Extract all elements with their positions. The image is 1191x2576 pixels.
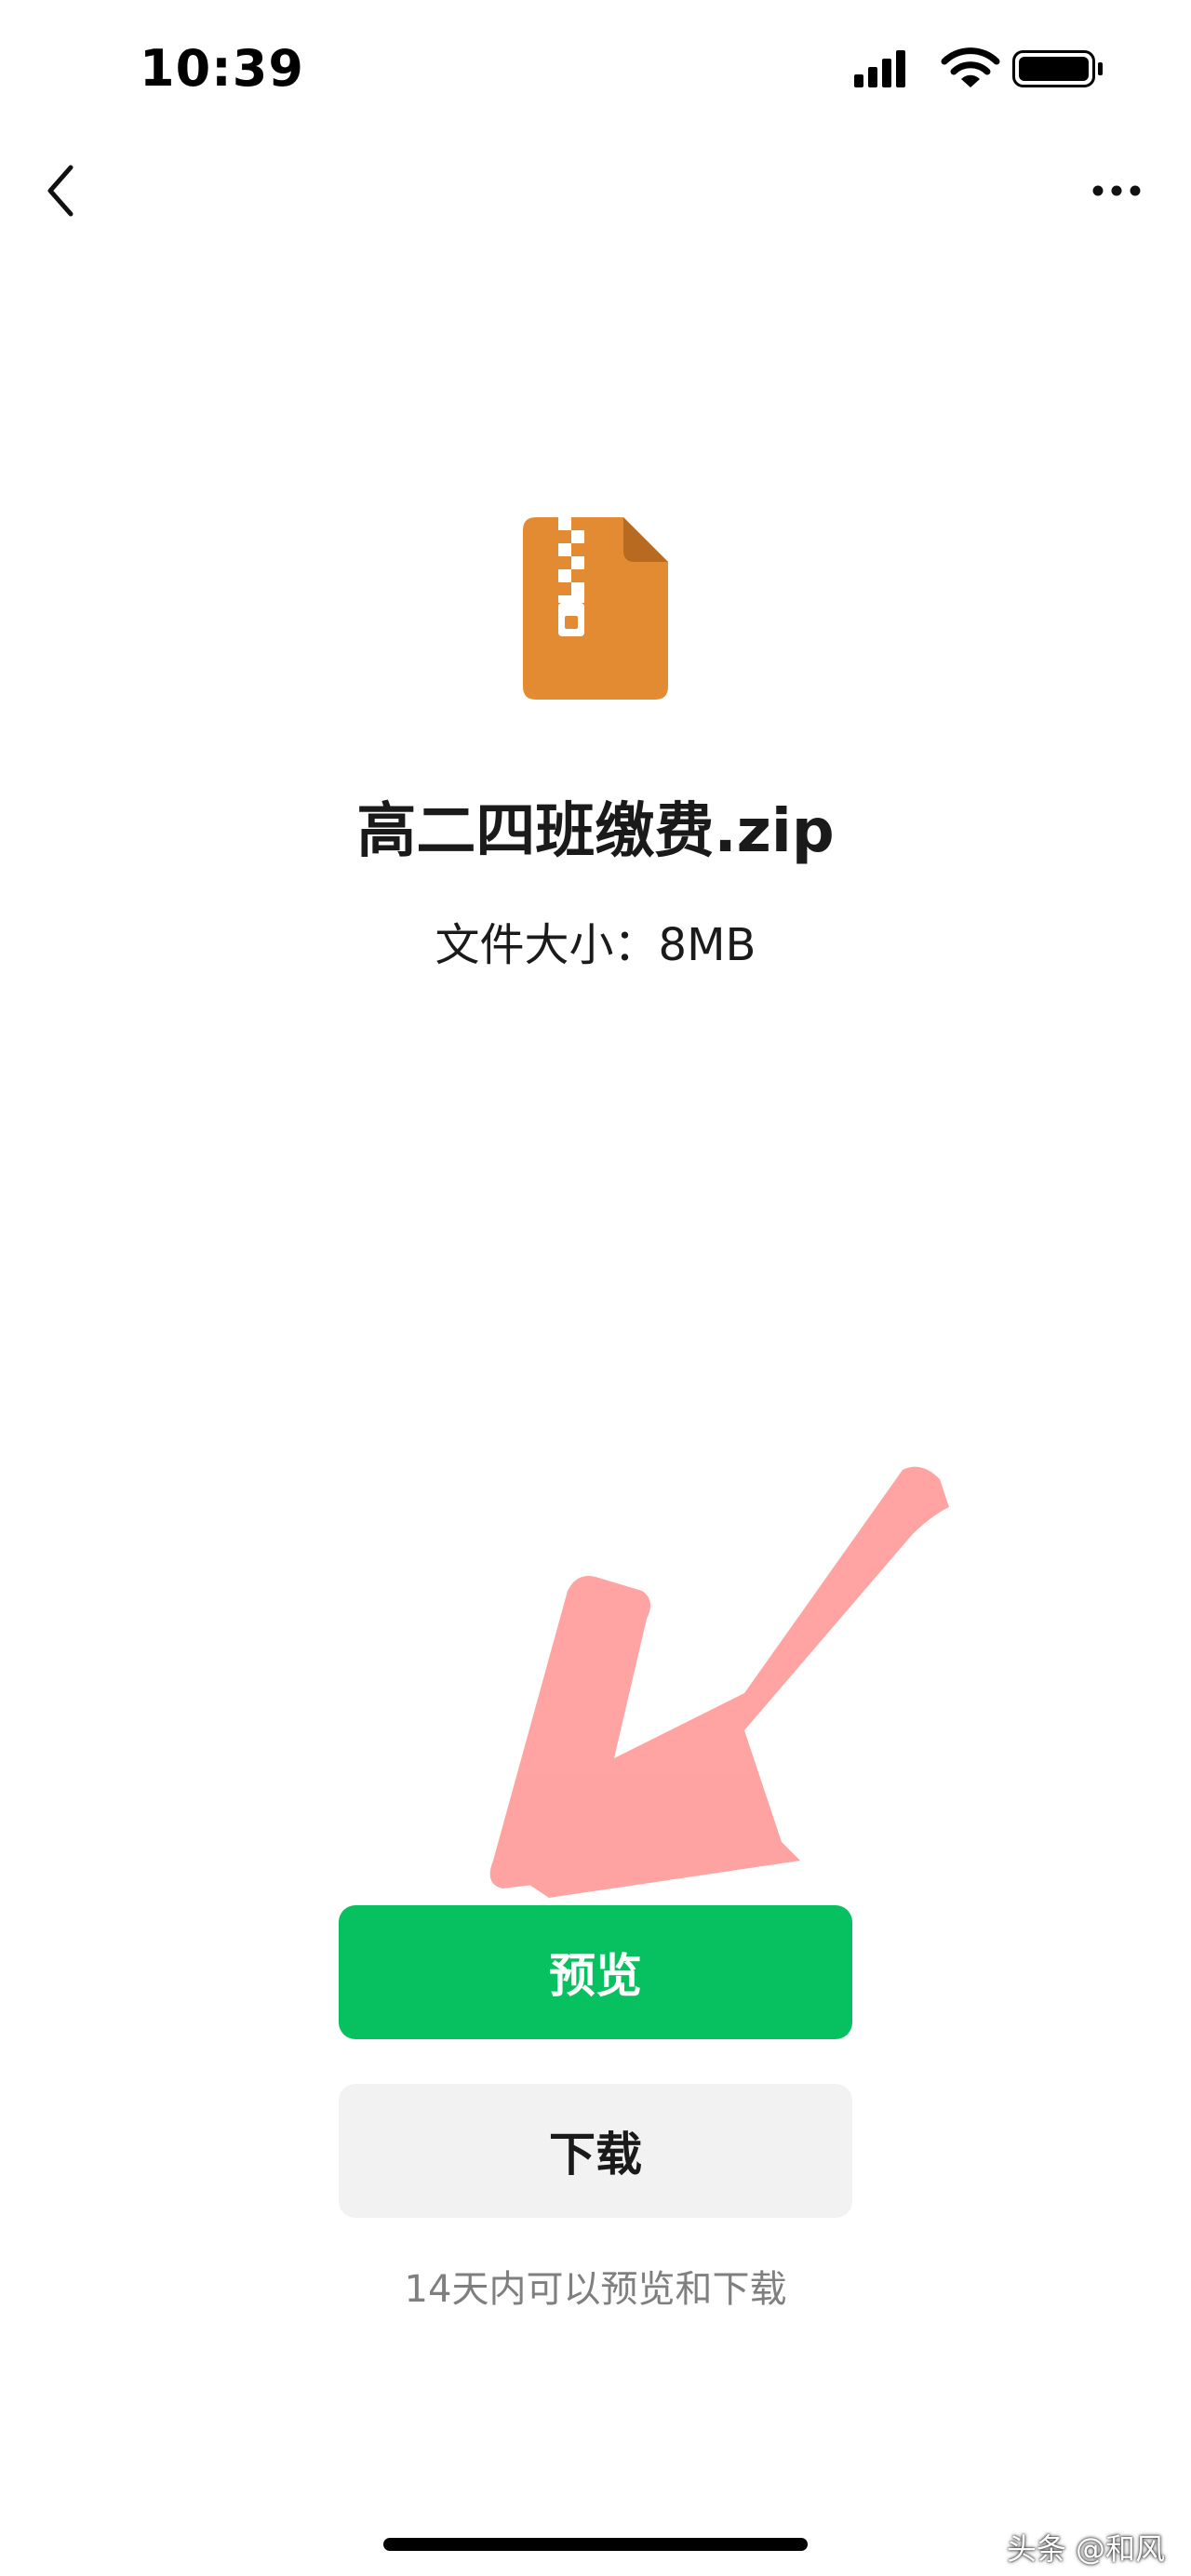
more-button[interactable]	[1070, 167, 1154, 214]
preview-button[interactable]: 预览	[339, 1905, 852, 2039]
wifi-icon	[941, 47, 1000, 87]
battery-icon	[1012, 50, 1103, 87]
status-time: 10:39	[140, 39, 304, 98]
zip-file-icon	[523, 517, 668, 700]
more-dots-icon	[1092, 185, 1141, 196]
file-name: 高二四班缴费.zip	[356, 797, 835, 866]
nav-bar	[0, 149, 1191, 233]
status-icons	[854, 47, 1105, 93]
watermark: 头条 @和风	[1006, 2531, 1165, 2567]
home-indicator	[383, 2538, 808, 2551]
status-icons-svg	[854, 47, 1103, 87]
back-button[interactable]	[28, 149, 112, 233]
cellular-signal-icon	[854, 50, 905, 87]
file-size: 文件大小：8MB	[435, 919, 756, 971]
chevron-left-icon	[47, 165, 74, 217]
validity-note: 14天内可以预览和下载	[404, 2268, 787, 2311]
status-bar: 10:39	[0, 0, 1191, 140]
annotation-arrow	[465, 1451, 986, 1916]
download-button[interactable]: 下载	[339, 2084, 852, 2218]
